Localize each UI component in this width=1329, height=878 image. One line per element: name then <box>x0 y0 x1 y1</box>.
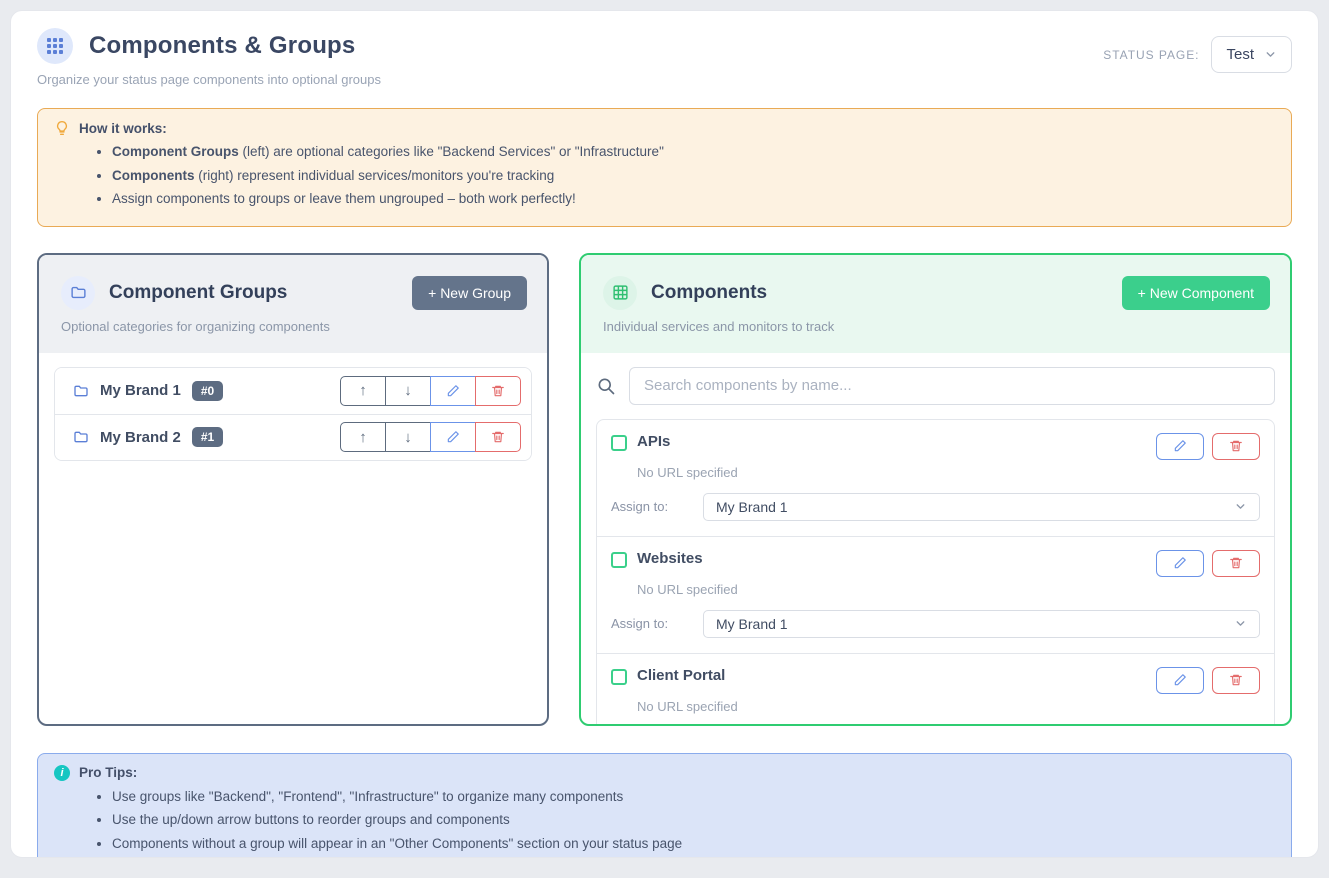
assign-group-select[interactable]: My Brand 1 <box>703 610 1260 638</box>
group-order-badge: #1 <box>192 427 223 447</box>
assign-group-select[interactable]: My Brand 1 <box>703 493 1260 521</box>
component-card: Client Portal No URL specified <box>597 653 1274 726</box>
group-order-badge: #0 <box>192 381 223 401</box>
edit-group-button[interactable] <box>430 376 476 406</box>
status-page-value: Test <box>1226 46 1254 63</box>
pro-tips-box: i Pro Tips: Use groups like "Backend", "… <box>37 753 1292 858</box>
pro-tips-item: Components without a group will appear i… <box>112 834 1275 854</box>
move-down-button[interactable]: ↓ <box>385 376 431 406</box>
pro-tips-item: Use the up/down arrow buttons to reorder… <box>112 810 1275 830</box>
folder-icon <box>61 276 95 310</box>
component-checkbox[interactable] <box>611 435 627 451</box>
edit-group-button[interactable] <box>430 422 476 452</box>
group-name: My Brand 1 <box>100 382 181 399</box>
component-checkbox[interactable] <box>611 669 627 685</box>
assign-to-label: Assign to: <box>611 499 703 514</box>
group-list: My Brand 1 #0 ↑ ↓ <box>54 367 532 461</box>
edit-component-button[interactable] <box>1156 667 1204 694</box>
folder-icon <box>73 429 89 445</box>
pencil-icon <box>446 384 460 398</box>
search-components-input[interactable] <box>629 367 1275 405</box>
component-name: Websites <box>637 550 703 567</box>
pro-tips-title: Pro Tips: <box>79 765 137 780</box>
pencil-icon <box>446 430 460 444</box>
page-subtitle: Organize your status page components int… <box>37 72 381 87</box>
component-name: APIs <box>637 433 670 450</box>
how-it-works-list: Component Groups (left) are optional cat… <box>54 142 1275 209</box>
trash-icon <box>491 384 505 398</box>
groups-panel-title: Component Groups <box>109 282 287 304</box>
grid-dots-icon <box>37 28 73 64</box>
component-list: APIs No URL specified <box>596 419 1275 726</box>
chevron-down-icon <box>1234 500 1247 513</box>
edit-component-button[interactable] <box>1156 433 1204 460</box>
new-component-button[interactable]: + New Component <box>1122 276 1270 310</box>
page-card: Components & Groups Organize your status… <box>10 10 1319 858</box>
move-up-button[interactable]: ↑ <box>340 376 386 406</box>
info-icon: i <box>54 765 70 781</box>
delete-component-button[interactable] <box>1212 433 1260 460</box>
new-group-button[interactable]: + New Group <box>412 276 527 310</box>
move-down-button[interactable]: ↓ <box>385 422 431 452</box>
how-it-works-item: Components (right) represent individual … <box>112 166 1275 186</box>
how-it-works-box: How it works: Component Groups (left) ar… <box>37 108 1292 227</box>
trash-icon <box>1229 673 1243 687</box>
component-url-text: No URL specified <box>637 582 1260 597</box>
how-it-works-item: Assign components to groups or leave the… <box>112 189 1275 209</box>
trash-icon <box>1229 439 1243 453</box>
components-panel-subtitle: Individual services and monitors to trac… <box>603 319 1270 334</box>
component-groups-panel: Component Groups + New Group Optional ca… <box>37 253 549 726</box>
trash-icon <box>491 430 505 444</box>
chevron-down-icon <box>1264 48 1277 61</box>
delete-component-button[interactable] <box>1212 550 1260 577</box>
delete-group-button[interactable] <box>475 422 521 452</box>
pencil-icon <box>1173 673 1187 687</box>
trash-icon <box>1229 556 1243 570</box>
folder-icon <box>73 383 89 399</box>
delete-component-button[interactable] <box>1212 667 1260 694</box>
page-title: Components & Groups <box>89 32 355 60</box>
component-checkbox[interactable] <box>611 552 627 568</box>
search-icon <box>596 376 616 396</box>
components-panel-title: Components <box>651 282 767 304</box>
group-name: My Brand 2 <box>100 429 181 446</box>
components-panel: Components + New Component Individual se… <box>579 253 1292 726</box>
status-page-select[interactable]: Test <box>1211 36 1292 73</box>
assign-group-value: My Brand 1 <box>716 616 788 632</box>
group-row: My Brand 2 #1 ↑ ↓ <box>55 414 531 460</box>
edit-component-button[interactable] <box>1156 550 1204 577</box>
component-url-text: No URL specified <box>637 465 1260 480</box>
component-url-text: No URL specified <box>637 699 1260 714</box>
pencil-icon <box>1173 556 1187 570</box>
assign-to-label: Assign to: <box>611 616 703 631</box>
how-it-works-item: Component Groups (left) are optional cat… <box>112 142 1275 162</box>
pro-tips-list: Use groups like "Backend", "Frontend", "… <box>54 787 1275 854</box>
page-header: Components & Groups Organize your status… <box>11 11 1318 87</box>
table-grid-icon <box>603 276 637 310</box>
chevron-down-icon <box>1234 617 1247 630</box>
move-up-button[interactable]: ↑ <box>340 422 386 452</box>
component-card: APIs No URL specified <box>597 420 1274 536</box>
groups-panel-subtitle: Optional categories for organizing compo… <box>61 319 527 334</box>
assign-group-value: My Brand 1 <box>716 499 788 515</box>
lightbulb-icon <box>54 120 70 136</box>
component-name: Client Portal <box>637 667 725 684</box>
status-page-label: STATUS PAGE: <box>1103 48 1199 62</box>
component-card: Websites No URL specified <box>597 536 1274 653</box>
pro-tips-item: Use groups like "Backend", "Frontend", "… <box>112 787 1275 807</box>
delete-group-button[interactable] <box>475 376 521 406</box>
group-row: My Brand 1 #0 ↑ ↓ <box>55 368 531 414</box>
pencil-icon <box>1173 439 1187 453</box>
how-it-works-title: How it works: <box>79 121 167 136</box>
